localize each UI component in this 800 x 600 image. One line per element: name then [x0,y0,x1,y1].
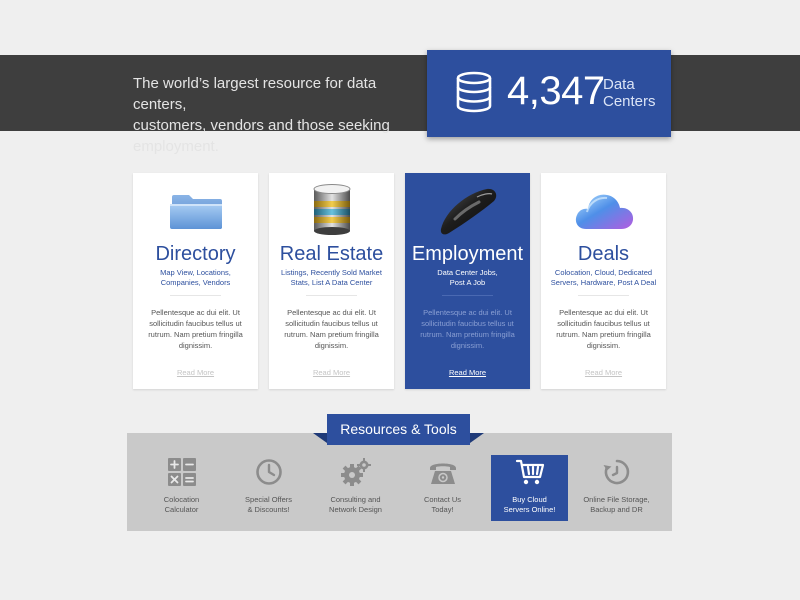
tool-contact-us[interactable]: Contact Us Today! [404,455,481,521]
tool-label: Consulting and Network Design [311,495,400,515]
cloud-icon [575,194,634,229]
card-body-line: dignissim. [450,341,485,350]
card-body-line: rutrum. Nam pretium fringilla [148,330,243,339]
card-body-line: Pellentesque ac dui elit. Ut [423,308,512,317]
card-employment[interactable]: Employment Data Center Jobs, Post A Job … [405,173,530,389]
tool-label: Special Offers & Discounts! [224,495,313,515]
data-center-count-label: Data Centers [603,76,663,110]
card-subtitle-line: Servers, Hardware, Post A Deal [550,278,657,287]
mouse-icon [440,188,497,235]
card-body-line: sollicitudin faucibus tellus ut [285,319,378,328]
card-subtitle-line: Map View, Locations, [160,268,231,277]
ribbon-fold-left [313,433,327,443]
tool-label: Colocation Calculator [137,495,226,515]
card-body-line: sollicitudin faucibus tellus ut [421,319,514,328]
tool-consulting[interactable]: Consulting and Network Design [317,455,394,521]
hero-tagline-line: customers, vendors and those seeking emp… [133,117,390,155]
shopping-cart-icon [515,459,545,485]
read-more-link[interactable]: Read More [133,368,258,378]
card-subtitle: Colocation, Cloud, Dedicated Servers, Ha… [549,268,658,288]
card-subtitle: Listings, Recently Sold Market Stats, Li… [277,268,386,288]
tool-colocation-calculator[interactable]: Colocation Calculator [143,455,220,521]
tool-label-line: Calculator [164,505,199,514]
tool-label-line: Special Offers [245,495,292,504]
resources-title: Resources & Tools [327,414,470,445]
stat-label-line: Centers [603,93,656,110]
card-subtitle: Data Center Jobs, Post A Job [413,268,522,288]
card-subtitle-line: Listings, Recently Sold Market [281,268,382,277]
card-title[interactable]: Employment [405,241,530,267]
card-body-line: sollicitudin faucibus tellus ut [557,319,650,328]
card-divider [442,295,493,296]
card-body: Pellentesque ac dui elit. Ut sollicitudi… [279,307,384,351]
read-more-link[interactable]: Read More [405,368,530,378]
card-title[interactable]: Deals [541,241,666,267]
card-title[interactable]: Real Estate [269,241,394,267]
card-body-line: rutrum. Nam pretium fringilla [420,330,515,339]
hero-tagline-line: The world’s largest resource for data ce… [133,75,377,113]
card-divider [578,295,629,296]
tool-special-offers[interactable]: Special Offers & Discounts! [230,455,307,521]
card-body-line: rutrum. Nam pretium fringilla [556,330,651,339]
tool-label: Online File Storage, Backup and DR [572,495,661,515]
folder-icon [170,195,222,229]
tool-label-line: Today! [431,505,454,514]
card-body-line: Pellentesque ac dui elit. Ut [287,308,376,317]
card-deals[interactable]: Deals Colocation, Cloud, Dedicated Serve… [541,173,666,389]
database-stack-icon [313,184,351,235]
card-subtitle-line: Stats, List A Data Center [290,278,373,287]
database-icon [456,71,492,113]
card-body: Pellentesque ac dui elit. Ut sollicitudi… [415,307,520,351]
card-subtitle-line: Post A Job [449,278,486,287]
tool-buy-cloud-servers[interactable]: Buy Cloud Servers Online! [491,455,568,521]
card-body-line: Pellentesque ac dui elit. Ut [559,308,648,317]
gears-icon [341,458,371,486]
card-body-line: rutrum. Nam pretium fringilla [284,330,379,339]
card-body-line: sollicitudin faucibus tellus ut [149,319,242,328]
card-body-line: dignissim. [586,341,621,350]
read-more-link[interactable]: Read More [541,368,666,378]
tool-label-line: Servers Online! [503,505,556,514]
tool-label-line: Contact Us [423,495,462,504]
card-subtitle: Map View, Locations, Companies, Vendors [141,268,250,288]
card-directory[interactable]: Directory Map View, Locations, Companies… [133,173,258,389]
card-subtitle-line: Companies, Vendors [160,278,231,287]
read-more-link[interactable]: Read More [269,368,394,378]
card-body-line: dignissim. [314,341,349,350]
tool-label: Buy Cloud Servers Online! [485,495,574,515]
ribbon-fold-right [470,433,484,443]
tool-label-line: Consulting and [330,495,381,504]
backup-icon [603,459,630,485]
card-body: Pellentesque ac dui elit. Ut sollicitudi… [551,307,656,351]
tool-label-line: Online File Storage, [583,495,650,504]
card-divider [306,295,357,296]
card-subtitle-line: Colocation, Cloud, Dedicated [554,268,653,277]
tool-label-line: Backup and DR [590,505,643,514]
tool-label-line: Network Design [329,505,382,514]
card-subtitle-line: Data Center Jobs, [437,268,498,277]
tool-label-line: Colocation [163,495,200,504]
stat-label-line: Data [603,76,635,93]
tool-label: Contact Us Today! [398,495,487,515]
tool-label-line: Buy Cloud [512,495,547,504]
card-real-estate[interactable]: Real Estate Listings, Recently Sold Mark… [269,173,394,389]
tool-file-storage[interactable]: Online File Storage, Backup and DR [578,455,655,521]
card-body-line: dignissim. [178,341,213,350]
card-title[interactable]: Directory [133,241,258,267]
card-body-line: Pellentesque ac dui elit. Ut [151,308,240,317]
card-body: Pellentesque ac dui elit. Ut sollicitudi… [143,307,248,351]
clock-icon [256,459,282,485]
card-divider [170,295,221,296]
telephone-icon [430,463,456,484]
data-center-count-box[interactable]: 4,347 Data Centers [427,50,671,137]
tool-label-line: & Discounts! [247,505,290,514]
data-center-count: 4,347 [507,69,605,113]
calculator-icon [168,458,196,486]
hero-tagline: The world’s largest resource for data ce… [133,73,423,157]
